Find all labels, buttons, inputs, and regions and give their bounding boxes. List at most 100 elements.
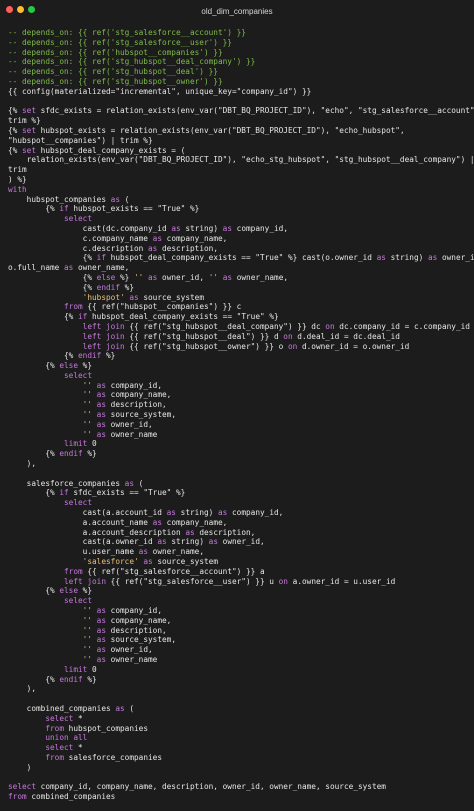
- code-token: left join: [82, 341, 125, 351]
- code-line: o.full_name as owner_name,: [8, 263, 470, 273]
- code-token: {{ config(materialized="incremental", un…: [8, 86, 312, 96]
- code-line: from {{ ref("hubspot__companies") }} c: [8, 302, 470, 312]
- code-token: owner_name: [106, 655, 158, 664]
- code-line: union all: [8, 733, 470, 743]
- code-line: 'hubspot' as source_system: [8, 293, 470, 303]
- code-token: d.deal_id = dc.deal_id: [292, 331, 400, 341]
- code-token: '': [208, 272, 219, 282]
- code-token: ),: [8, 684, 36, 694]
- code-token: as: [96, 380, 107, 390]
- code-line: cast(a.account_id as string) as company_…: [8, 508, 470, 518]
- code-token: limit: [64, 439, 88, 449]
- code-line: ),: [8, 684, 470, 694]
- code-token: hubspot_exists = relation_exists(env_var…: [36, 125, 405, 135]
- code-line: cast(dc.company_id as string) as company…: [8, 224, 470, 234]
- code-token: {%: [8, 204, 60, 214]
- code-token: hubspot_deal_company_exists == "True" %}: [87, 312, 279, 322]
- code-token: as: [185, 527, 195, 537]
- code-token: company_id,: [227, 508, 284, 518]
- code-token: '': [82, 380, 92, 390]
- code-token: -- depends_on: {{ ref('stg_salesforce__a…: [8, 28, 246, 37]
- code-line: -- depends_on: {{ ref('hubspot__companie…: [8, 48, 470, 58]
- code-token: d.owner_id = o.owner_id: [297, 341, 410, 351]
- code-line: a.account_description as description,: [8, 528, 470, 538]
- code-line: from hubspot_companies: [8, 724, 470, 734]
- code-line: hubspot_companies as (: [8, 195, 470, 205]
- code-token: ): [8, 762, 32, 772]
- code-line: limit 0: [8, 439, 470, 449]
- code-line: left join {{ ref("stg_hubspot__deal") }}…: [8, 332, 470, 342]
- code-token: as: [115, 703, 125, 713]
- code-token: owner_id,: [218, 537, 265, 547]
- code-line: a.account_name as company_name,: [8, 518, 470, 528]
- code-token: '': [82, 419, 92, 429]
- code-token: '': [82, 429, 92, 439]
- code-token: o.full_name: [8, 263, 64, 273]
- code-token: left join: [82, 331, 125, 341]
- code-editor[interactable]: -- depends_on: {{ ref('stg_salesforce__a…: [8, 28, 474, 802]
- code-token: if: [59, 488, 69, 498]
- code-line: select: [8, 371, 470, 381]
- code-token: %}: [115, 272, 134, 282]
- code-token: source_system,: [106, 410, 177, 420]
- code-token: *: [73, 743, 83, 753]
- code-token: select: [8, 782, 36, 792]
- code-line: u.user_name as owner_name,: [8, 547, 470, 557]
- code-token: %}: [82, 674, 97, 684]
- code-token: '': [134, 272, 144, 282]
- close-window-button[interactable]: [6, 6, 13, 13]
- code-token: as: [166, 508, 176, 518]
- code-line: -- depends_on: {{ ref('stg_hubspot__deal…: [8, 57, 470, 67]
- code-token: source_system: [152, 557, 218, 567]
- code-token: as: [110, 194, 120, 204]
- code-line: '' as company_name,: [8, 616, 470, 626]
- code-token: on: [278, 576, 288, 586]
- code-token: description,: [194, 527, 256, 537]
- code-line: {% else %}: [8, 361, 470, 371]
- code-token: as: [96, 615, 107, 625]
- code-token: 0: [87, 664, 97, 674]
- code-line: trim %}: [8, 116, 470, 126]
- code-token: description,: [157, 243, 218, 253]
- code-token: else: [96, 272, 116, 282]
- code-token: ) %}: [8, 174, 27, 184]
- code-token: endif: [96, 282, 120, 292]
- code-token: owner_name,: [232, 272, 289, 282]
- code-token: as: [96, 419, 107, 429]
- code-token: as: [208, 537, 218, 547]
- code-token: company_name,: [162, 517, 228, 527]
- code-token: as: [96, 400, 107, 410]
- code-token: u.user_name: [8, 547, 139, 557]
- code-token: '': [82, 645, 92, 655]
- maximize-window-button[interactable]: [28, 6, 35, 13]
- code-token: sfdc_exists == "True" %}: [68, 488, 186, 498]
- code-token: as: [376, 253, 386, 263]
- code-line: '' as owner_name: [8, 430, 470, 440]
- code-token: as: [217, 508, 228, 518]
- minimize-window-button[interactable]: [17, 6, 24, 13]
- code-line: -- depends_on: {{ ref('stg_salesforce__a…: [8, 28, 470, 38]
- code-token: dc.company_id = c.company_id: [334, 321, 470, 331]
- code-token: from: [64, 566, 83, 576]
- code-token: salesforce_companies: [8, 478, 125, 488]
- code-line: {% endif %}: [8, 675, 470, 685]
- code-token: '': [82, 615, 92, 625]
- code-token: {%: [8, 586, 60, 596]
- code-token: company_name,: [106, 390, 172, 400]
- code-token: {{ ref("stg_salesforce__account") }} a: [82, 566, 265, 576]
- code-token: as: [171, 223, 181, 233]
- code-line: -- depends_on: {{ ref('stg_hubspot__owne…: [8, 77, 470, 87]
- code-token: string): [180, 223, 223, 233]
